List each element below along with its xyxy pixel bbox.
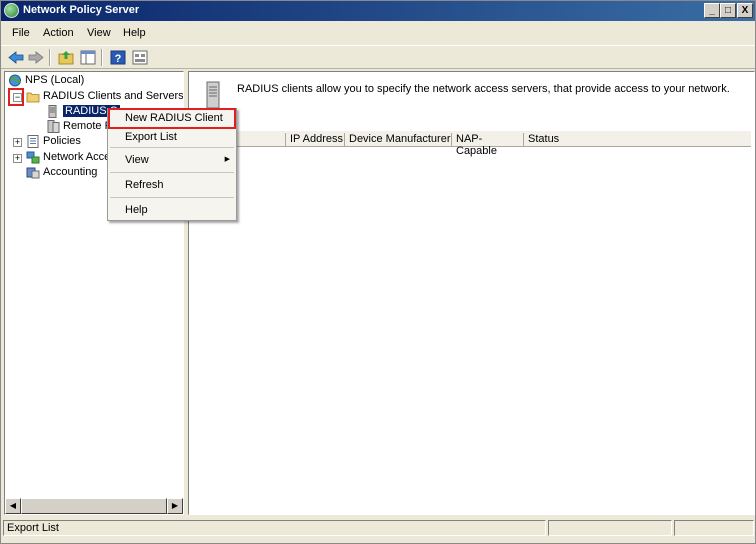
- tree-item-accounting[interactable]: Accounting: [26, 165, 97, 180]
- menu-action[interactable]: Action: [43, 27, 74, 39]
- tree-label-nps-local: NPS (Local): [25, 74, 85, 86]
- server-icon: [48, 104, 57, 118]
- scroll-thumb[interactable]: [21, 498, 167, 514]
- column-status[interactable]: Status: [523, 133, 751, 146]
- menu-file[interactable]: File: [12, 27, 30, 39]
- server-group-icon: [47, 119, 60, 133]
- tree-item-remote-radius-server-groups[interactable]: Remote R: [46, 119, 113, 134]
- back-icon[interactable]: [7, 49, 25, 66]
- expand-icon[interactable]: +: [13, 138, 22, 147]
- menu-item-view-label: View: [125, 154, 149, 166]
- network-access-icon: [26, 151, 40, 164]
- policy-icon: [27, 134, 39, 148]
- menu-separator: [110, 147, 234, 148]
- submenu-arrow-icon: ▶: [224, 156, 230, 163]
- tree-item-nps-local[interactable]: NPS (Local): [8, 73, 84, 88]
- properties-icon[interactable]: [131, 49, 149, 66]
- expander-highlight: [8, 88, 24, 106]
- maximize-button[interactable]: □: [720, 3, 736, 18]
- toolbar-separator: [101, 49, 103, 66]
- tree-label-remote-groups: Remote R: [63, 120, 113, 132]
- forward-icon[interactable]: [27, 49, 45, 66]
- results-pane: RADIUS clients allow you to specify the …: [188, 71, 755, 515]
- menu-item-new-radius-client-label: New RADIUS Client: [125, 112, 223, 124]
- accounting-icon: [26, 167, 40, 179]
- menu-separator: [110, 172, 234, 173]
- list-header: Name IP Address Device Manufacturer NAP-…: [191, 130, 751, 157]
- tree-label-accounting: Accounting: [43, 166, 98, 178]
- scroll-left-icon[interactable]: ◀: [5, 498, 21, 514]
- status-text: Export List: [3, 520, 546, 536]
- tree-label-network-access: Network Acce: [43, 151, 111, 163]
- menu-item-new-radius-client[interactable]: New RADIUS Client: [108, 108, 236, 129]
- close-button[interactable]: X: [737, 3, 753, 18]
- tree-item-policies[interactable]: Policies: [26, 134, 81, 149]
- show-hide-tree-icon[interactable]: [79, 49, 97, 66]
- status-panel-3: [674, 520, 754, 536]
- expand-icon[interactable]: +: [13, 154, 22, 163]
- column-nap-capable[interactable]: NAP-Capable: [451, 133, 523, 157]
- menu-item-help[interactable]: Help: [108, 201, 236, 219]
- status-panel-2: [548, 520, 672, 536]
- menu-bar: File Action View Help: [1, 23, 755, 43]
- app-window: Network Policy Server _ □ X File Action …: [0, 0, 756, 544]
- tree-item-radius-clients-servers[interactable]: RADIUS Clients and Servers: [26, 89, 184, 104]
- nps-app-icon: [4, 3, 19, 18]
- toolbar: ?: [1, 45, 755, 69]
- menu-view[interactable]: View: [87, 27, 111, 39]
- toolbar-separator: [49, 49, 51, 66]
- radius-server-icon: [206, 81, 220, 109]
- menu-item-refresh[interactable]: Refresh: [108, 176, 236, 194]
- tree-label-policies: Policies: [43, 135, 81, 147]
- minimize-button[interactable]: _: [704, 3, 720, 18]
- folder-icon: [26, 92, 40, 102]
- column-ip-address[interactable]: IP Address: [285, 133, 343, 146]
- window-title: Network Policy Server: [23, 4, 140, 16]
- menu-item-export-list[interactable]: Export List: [108, 128, 236, 146]
- pane-description: RADIUS clients allow you to specify the …: [237, 83, 730, 95]
- tree-label-radius-clients-servers: RADIUS Clients and Servers: [43, 90, 184, 102]
- tree-item-network-access-protection[interactable]: Network Acce: [26, 150, 110, 165]
- scroll-right-icon[interactable]: ▶: [167, 498, 183, 514]
- horizontal-scrollbar[interactable]: ◀ ▶: [5, 498, 183, 514]
- column-device-manufacturer[interactable]: Device Manufacturer: [344, 133, 451, 146]
- globe-icon: [9, 74, 21, 87]
- title-bar[interactable]: Network Policy Server _ □ X: [1, 1, 755, 21]
- menu-item-view[interactable]: View ▶: [108, 151, 236, 169]
- menu-separator: [110, 197, 234, 198]
- help-icon[interactable]: ?: [109, 49, 127, 66]
- status-bar: Export List: [1, 518, 755, 538]
- up-folder-icon[interactable]: [57, 49, 75, 66]
- svg-text:?: ?: [115, 53, 122, 65]
- menu-help[interactable]: Help: [123, 27, 146, 39]
